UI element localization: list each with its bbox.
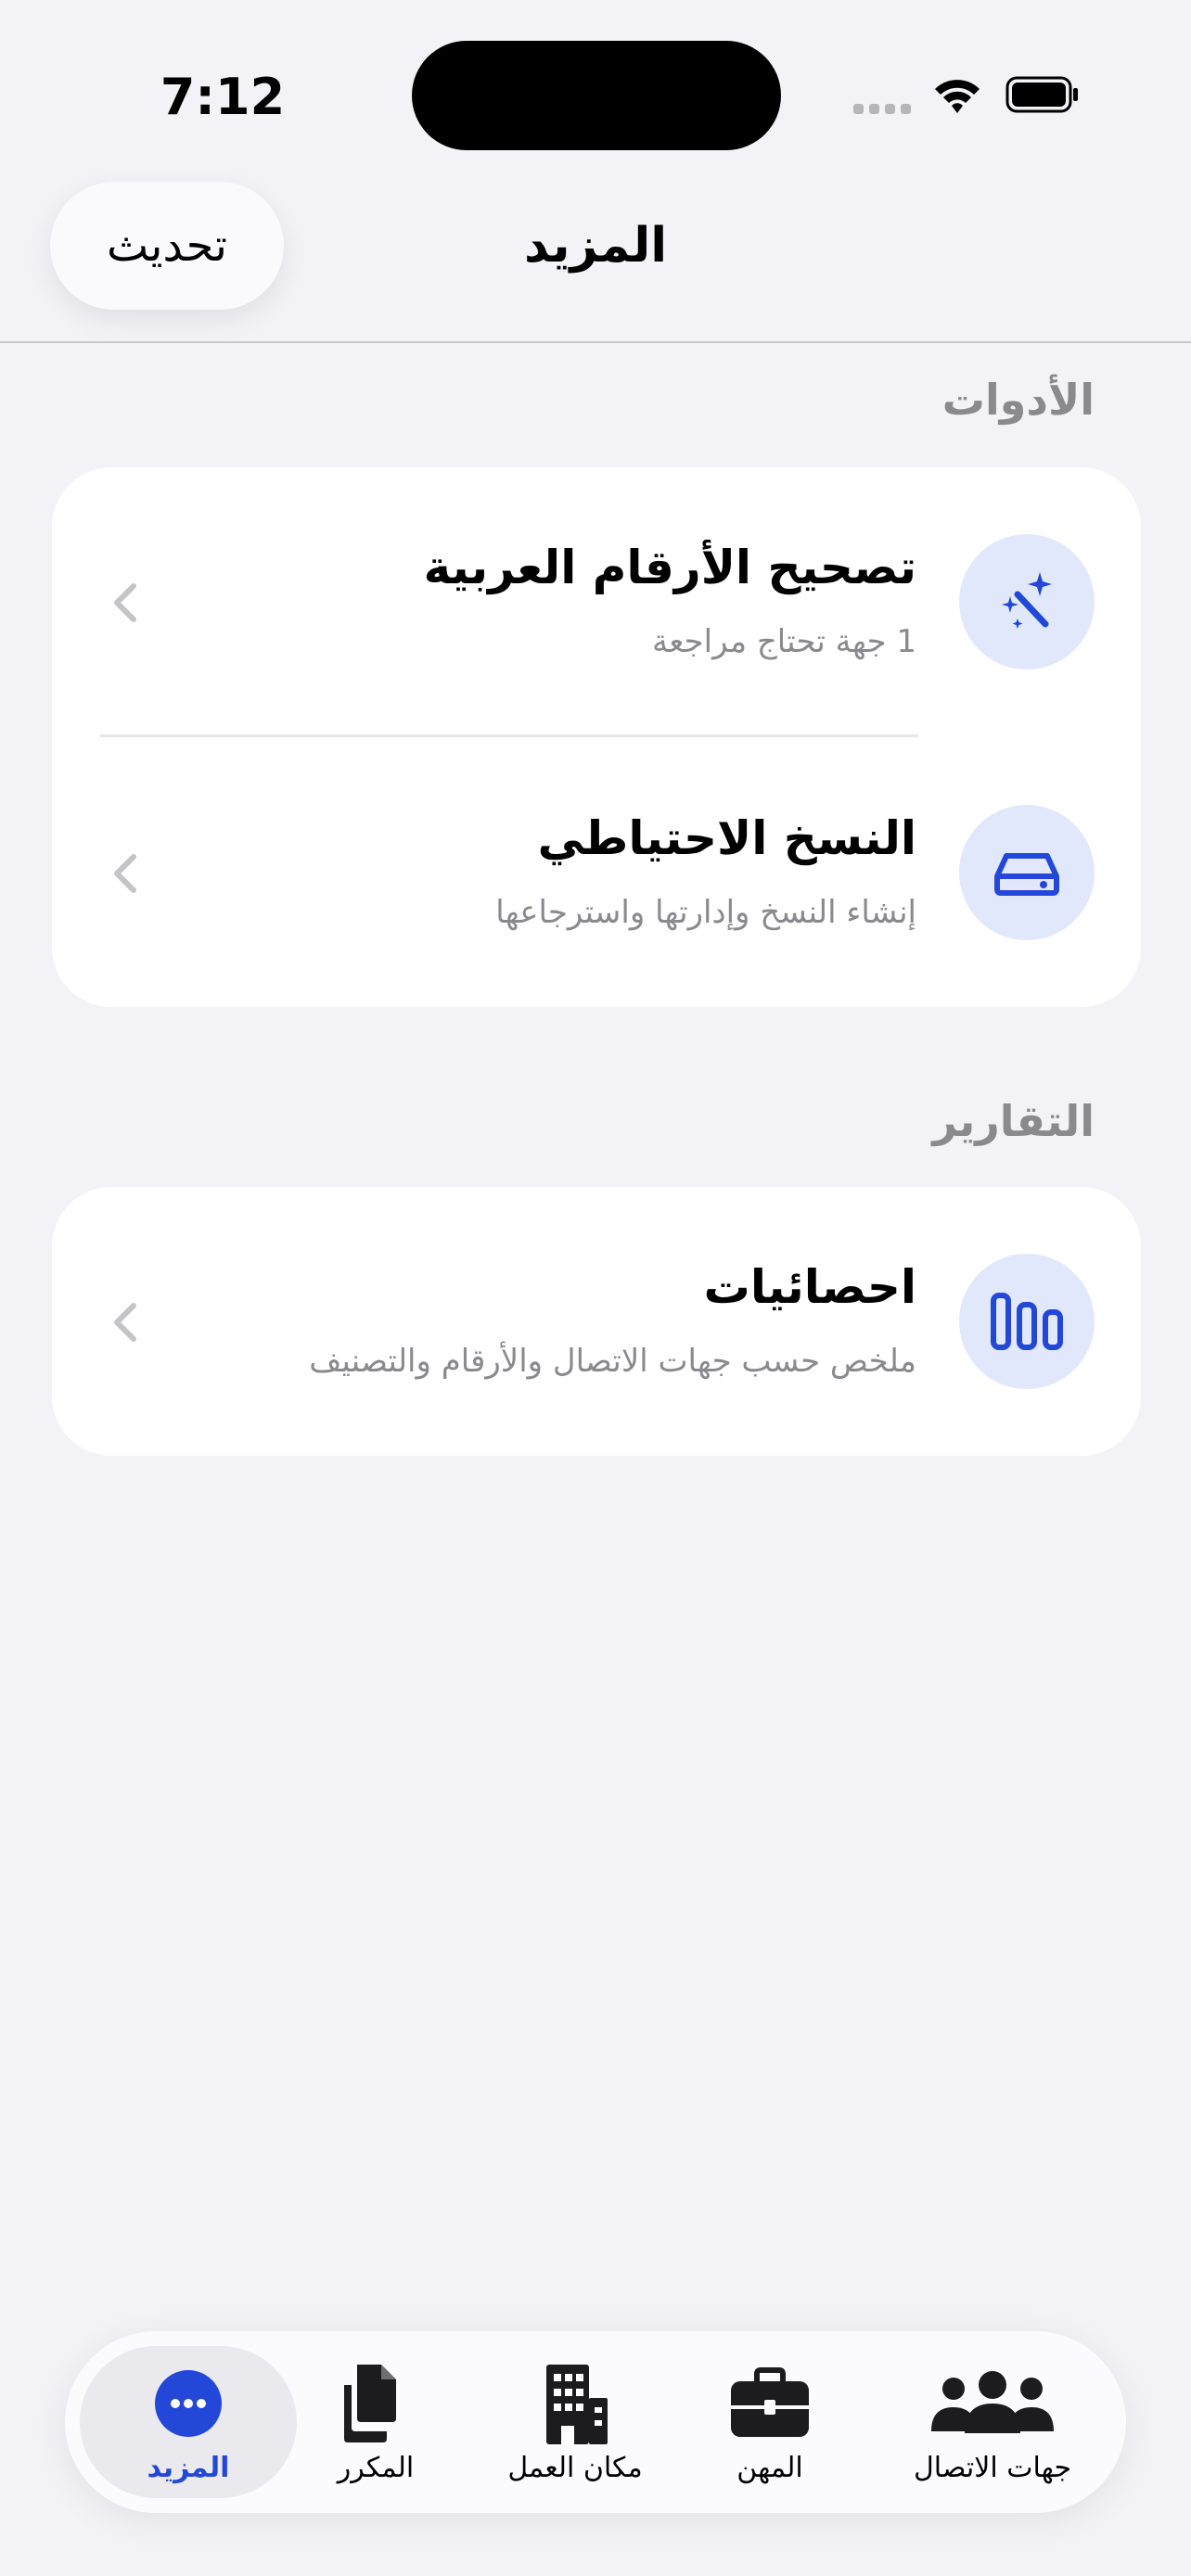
refresh-button[interactable]: تحديث: [50, 182, 284, 310]
battery-icon: [1005, 76, 1078, 113]
chevron-left-icon: [114, 583, 136, 622]
status-time: 7:12: [160, 68, 286, 126]
row-subtitle: إنشاء النسخ وإدارتها واسترجاعها: [495, 894, 916, 931]
wifi-icon: [935, 80, 980, 113]
tab-bar: المزيد المكرر مكان العمل المهن جهات الات…: [65, 2331, 1126, 2513]
nav-divider: [0, 341, 1191, 343]
tab-more[interactable]: المزيد: [80, 2331, 297, 2513]
hard-drive-icon: [959, 805, 1095, 940]
people-icon: [928, 2361, 1057, 2446]
magic-wand-icon: [959, 534, 1095, 670]
row-title: النسخ الاحتياطي: [537, 811, 916, 865]
building-icon: [539, 2361, 611, 2446]
stats-bars-icon: [959, 1254, 1095, 1389]
briefcase-icon: [729, 2361, 811, 2446]
tab-label: مكان العمل: [507, 2452, 643, 2484]
row-subtitle: ملخص حسب جهات الاتصال والأرقام والتصنيف: [309, 1343, 916, 1380]
chevron-left-icon: [114, 1303, 136, 1342]
tab-contacts[interactable]: جهات الاتصال: [881, 2331, 1104, 2513]
more-screen: 7:12 تحديث المزيد الأدوات تصحيح الأرقام …: [0, 0, 1191, 2576]
section-header-tools: الأدوات: [941, 375, 1095, 425]
section-header-reports: التقارير: [932, 1096, 1095, 1146]
more-icon: [153, 2361, 224, 2446]
row-backup[interactable]: النسخ الاحتياطي إنشاء النسخ وإدارتها واس…: [52, 738, 1141, 1007]
cellular-signal-icon: [853, 104, 913, 117]
row-divider: [100, 734, 918, 737]
chevron-left-icon: [114, 854, 136, 893]
row-title: احصائيات: [703, 1260, 916, 1314]
tab-label: جهات الاتصال: [913, 2452, 1072, 2484]
tab-professions[interactable]: المهن: [696, 2331, 844, 2513]
reports-card: احصائيات ملخص حسب جهات الاتصال والأرقام …: [52, 1187, 1141, 1456]
page-title: المزيد: [523, 218, 668, 274]
tools-card: تصحيح الأرقام العربية 1 جهة تحتاج مراجعة…: [52, 467, 1141, 1007]
row-title: تصحيح الأرقام العربية: [423, 541, 916, 594]
tab-workplace[interactable]: مكان العمل: [492, 2331, 659, 2513]
dynamic-island: [412, 41, 781, 150]
row-fix-arabic-numbers[interactable]: تصحيح الأرقام العربية 1 جهة تحتاج مراجعة: [52, 467, 1141, 737]
tab-label: المكرر: [337, 2452, 415, 2484]
row-subtitle: 1 جهة تحتاج مراجعة: [651, 623, 916, 660]
row-statistics[interactable]: احصائيات ملخص حسب جهات الاتصال والأرقام …: [52, 1187, 1141, 1456]
tab-duplicates[interactable]: المكرر: [297, 2331, 455, 2513]
duplicate-docs-icon: [339, 2361, 413, 2446]
tab-label: المهن: [736, 2452, 803, 2484]
tab-label: المزيد: [147, 2452, 230, 2484]
